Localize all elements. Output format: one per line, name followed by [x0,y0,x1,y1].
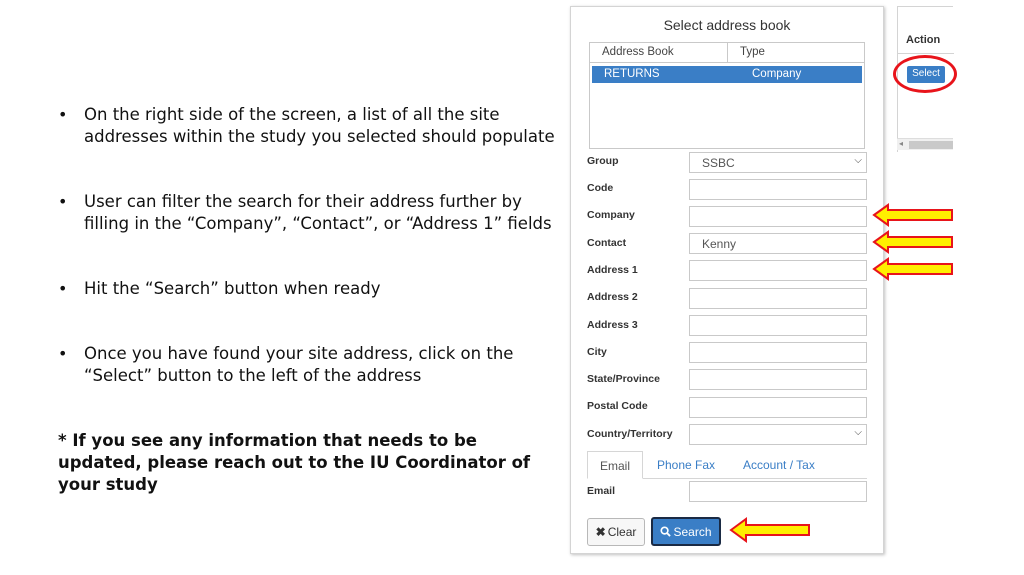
bullet-dot: • [58,105,68,124]
country-label: Country/Territory [587,428,673,440]
postal-code-input[interactable] [689,397,867,418]
search-button-label: Search [673,524,712,539]
group-select[interactable]: SSBC ⌵ [689,152,867,173]
divider [898,53,954,54]
contact-input[interactable] [689,233,867,254]
bullet-item: • Hit the “Search” button when ready [58,278,558,300]
search-button[interactable]: Search [651,517,721,546]
address2-label: Address 2 [587,291,638,303]
pointer-arrow-icon [729,517,810,543]
column-header-type[interactable]: Type [728,43,765,62]
search-icon [660,526,672,537]
tab-email[interactable]: Email [587,451,643,479]
address3-label: Address 3 [587,319,638,331]
contact-label: Contact [587,237,627,249]
tab-phone-fax[interactable]: Phone Fax [657,451,715,479]
list-item[interactable]: RETURNS Company [592,66,862,83]
pointer-arrow-icon [872,203,953,227]
column-header-address-book[interactable]: Address Book [590,43,728,62]
bullet-text: On the right side of the screen, a list … [84,105,555,146]
bullet-item: • On the right side of the screen, a lis… [58,104,558,148]
contact-tabs: Email Phone Fax Account / Tax [587,451,867,479]
highlight-ring [893,55,957,93]
select-address-book-dialog: Select address book Address Book Type RE… [570,6,884,554]
bullet-text: User can filter the search for their add… [84,192,552,233]
code-input[interactable] [689,179,867,200]
address1-label: Address 1 [587,264,638,276]
bullet-dot: • [58,279,68,298]
address1-input[interactable] [689,260,867,281]
chevron-down-icon: ⌵ [854,427,862,438]
list-cell-address-book: RETURNS [604,68,660,80]
pointer-arrow-icon [872,257,953,281]
list-header: Address Book Type [590,43,864,63]
list-cell-type: Company [752,68,802,80]
code-label: Code [587,182,614,194]
city-label: City [587,346,607,358]
bullet-item: • User can filter the search for their a… [58,191,558,235]
bullet-text: Once you have found your site address, c… [84,344,514,385]
bullet-dot: • [58,192,68,211]
clear-button-label: Clear [607,525,637,539]
group-select-value: SSBC [702,156,735,170]
scrollbar-thumb[interactable] [909,141,953,149]
email-label: Email [587,485,616,497]
horizontal-scrollbar[interactable]: ◂ [897,138,953,150]
clear-button[interactable]: ✖ Clear [587,518,645,546]
group-label: Group [587,155,619,167]
bullet-dot: • [58,344,68,363]
state-input[interactable] [689,369,867,390]
address2-input[interactable] [689,288,867,309]
action-column-header: Action [906,34,941,46]
bullet-text: Hit the “Search” button when ready [84,279,381,298]
tab-account-tax[interactable]: Account / Tax [743,451,815,479]
dialog-title: Select address book [663,17,791,33]
chevron-left-icon[interactable]: ◂ [899,139,903,148]
address-book-list: Address Book Type RETURNS Company [589,42,865,149]
pointer-arrow-icon [872,230,953,254]
postal-code-label: Postal Code [587,400,648,412]
state-label: State/Province [587,373,660,385]
close-icon: ✖ [595,525,606,539]
city-input[interactable] [689,342,867,363]
company-input[interactable] [689,206,867,227]
country-select[interactable]: ⌵ [689,424,867,445]
chevron-down-icon: ⌵ [854,155,862,166]
update-note: * If you see any information that needs … [58,431,531,494]
email-input[interactable] [689,481,867,502]
company-label: Company [587,209,635,221]
bullet-item: • Once you have found your site address,… [58,343,558,387]
address3-input[interactable] [689,315,867,336]
